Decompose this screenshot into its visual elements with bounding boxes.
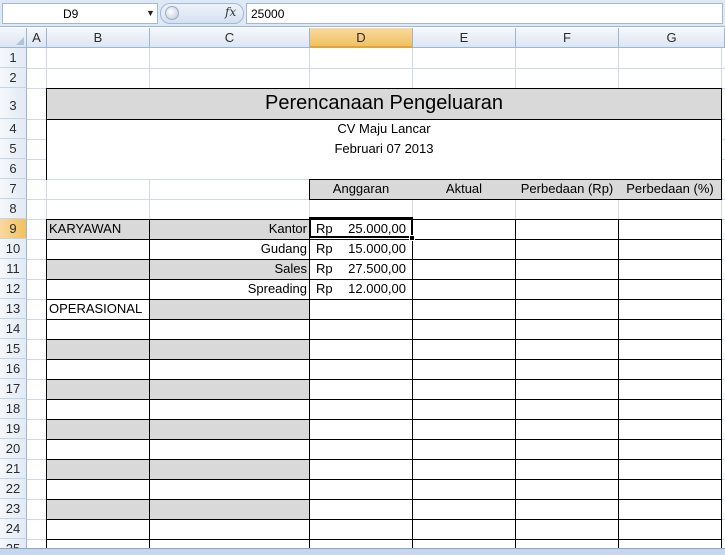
formula-input[interactable]: 25000 <box>246 3 723 24</box>
row-header-3[interactable]: 3 <box>0 88 27 119</box>
column-headers: A B C D E F G <box>0 28 725 48</box>
table-border <box>46 539 722 540</box>
column-header-f[interactable]: F <box>516 28 619 48</box>
header-anggaran[interactable]: Anggaran <box>310 179 412 199</box>
budget-amount[interactable]: 15.000,00 <box>340 239 406 259</box>
row-header-11[interactable]: 11 <box>0 259 27 279</box>
resize-grip-icon[interactable] <box>165 6 179 20</box>
table-border <box>46 459 722 460</box>
table-border <box>46 399 722 400</box>
table-border <box>412 219 413 550</box>
column-header-e[interactable]: E <box>413 28 516 48</box>
budget-amount[interactable]: 12.000,00 <box>340 279 406 299</box>
row-header-13[interactable]: 13 <box>0 299 27 319</box>
row-header-1[interactable]: 1 <box>0 48 27 68</box>
row-header-12[interactable]: 12 <box>0 279 27 299</box>
item-label[interactable]: Spreading <box>150 279 307 299</box>
item-label[interactable]: Sales <box>150 259 307 279</box>
row-header-20[interactable]: 20 <box>0 439 27 459</box>
table-border <box>46 319 722 320</box>
item-label[interactable]: Gudang <box>150 239 307 259</box>
band-row <box>47 420 309 439</box>
column-header-c[interactable]: C <box>150 28 310 48</box>
table-border <box>309 219 310 550</box>
row-header-22[interactable]: 22 <box>0 479 27 499</box>
row-header-6[interactable]: 6 <box>0 159 27 179</box>
column-header-b[interactable]: B <box>47 28 150 48</box>
group-karyawan[interactable]: KARYAWAN <box>49 219 149 239</box>
table-border <box>46 339 722 340</box>
table-border <box>46 419 722 420</box>
column-header-d[interactable]: D <box>310 28 413 48</box>
band-row <box>47 340 309 359</box>
report-date[interactable]: Februari 07 2013 <box>47 139 721 159</box>
table-border <box>618 219 619 550</box>
row-header-21[interactable]: 21 <box>0 459 27 479</box>
item-label[interactable]: Kantor <box>150 219 307 239</box>
budget-amount[interactable]: 27.500,00 <box>340 259 406 279</box>
active-cell-d9[interactable] <box>309 217 413 238</box>
header-perbedaan-rp[interactable]: Perbedaan (Rp) <box>516 179 618 199</box>
name-box[interactable]: D9 ▼ <box>2 3 158 24</box>
name-box-value: D9 <box>63 7 79 21</box>
select-all-button[interactable] <box>0 28 27 48</box>
band-row <box>47 500 309 519</box>
table-border <box>46 499 722 500</box>
table-border <box>46 359 722 360</box>
table-border <box>46 219 47 550</box>
row-header-24[interactable]: 24 <box>0 519 27 539</box>
row-header-17[interactable]: 17 <box>0 379 27 399</box>
column-header-g[interactable]: G <box>619 28 725 48</box>
row-header-16[interactable]: 16 <box>0 359 27 379</box>
table-border <box>46 479 722 480</box>
row-header-10[interactable]: 10 <box>0 239 27 259</box>
row-header-8[interactable]: 8 <box>0 199 27 219</box>
row-header-14[interactable]: 14 <box>0 319 27 339</box>
insert-function-icon[interactable]: fx <box>225 5 236 19</box>
sheet-title[interactable]: Perencanaan Pengeluaran <box>46 88 722 118</box>
band-row <box>47 460 309 479</box>
company-name[interactable]: CV Maju Lancar <box>47 119 721 139</box>
group-operasional[interactable]: OPERASIONAL <box>49 299 149 319</box>
row-header-2[interactable]: 2 <box>0 68 27 88</box>
formula-tools: fx <box>160 3 244 24</box>
row-header-7[interactable]: 7 <box>0 179 27 199</box>
band-row <box>47 380 309 399</box>
gridline <box>27 68 725 69</box>
row-header-18[interactable]: 18 <box>0 399 27 419</box>
chevron-down-icon[interactable]: ▼ <box>146 8 155 18</box>
table-border <box>46 379 722 380</box>
band-row <box>47 260 149 279</box>
column-header-a[interactable]: A <box>27 28 47 48</box>
header-border <box>721 120 722 180</box>
formula-bar: D9 ▼ fx 25000 <box>0 0 725 27</box>
row-header-15[interactable]: 15 <box>0 339 27 359</box>
sheet-tabs-bar[interactable] <box>0 548 725 555</box>
row-header-9[interactable]: 9 <box>0 219 27 239</box>
row-header-4[interactable]: 4 <box>0 119 27 139</box>
table-border <box>721 219 722 550</box>
table-border <box>46 439 722 440</box>
row-header-23[interactable]: 23 <box>0 499 27 519</box>
worksheet-grid[interactable]: A B C D E F G 1 2 3 4 5 6 7 8 9 10 11 12… <box>0 28 725 550</box>
band-row <box>150 300 309 319</box>
row-header-19[interactable]: 19 <box>0 419 27 439</box>
header-perbedaan-pct[interactable]: Perbedaan (%) <box>619 179 721 199</box>
formula-value: 25000 <box>251 7 285 21</box>
table-border <box>515 219 516 550</box>
header-aktual[interactable]: Aktual <box>413 179 515 199</box>
row-header-5[interactable]: 5 <box>0 139 27 159</box>
table-border <box>46 519 722 520</box>
fill-handle[interactable] <box>409 235 415 241</box>
